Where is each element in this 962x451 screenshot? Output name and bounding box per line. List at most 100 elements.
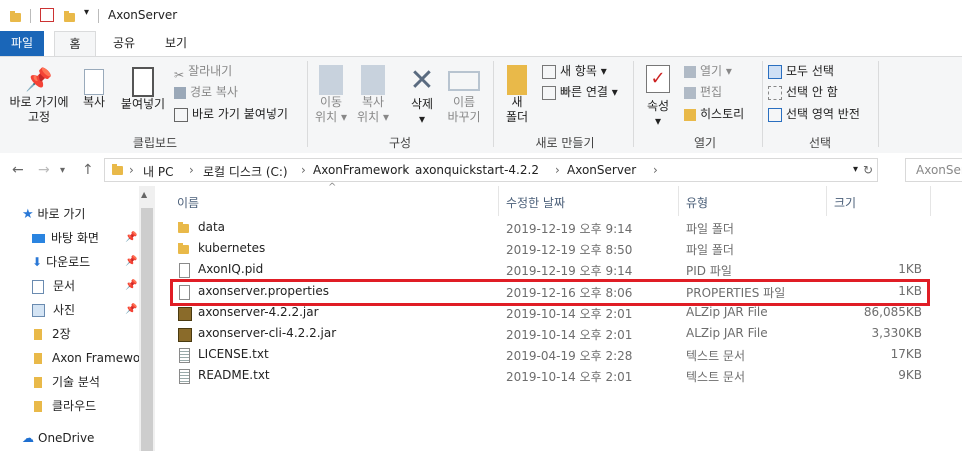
breadcrumb-separator-icon[interactable]: › [189, 163, 194, 177]
breadcrumb-axonquickstart[interactable]: axonquickstart-4.2.2 [415, 163, 539, 177]
new-folder-quick-icon[interactable] [64, 11, 75, 22]
nav-item-axon-framework[interactable]: Axon Framewor [34, 346, 145, 370]
folder-icon [34, 401, 42, 412]
group-divider [762, 61, 763, 147]
invert-selection-button[interactable]: 선택 영역 반전 [768, 105, 860, 123]
file-name: kubernetes [198, 241, 266, 255]
paste-shortcut-button[interactable]: 바로 가기 붙여넣기 [174, 105, 288, 123]
copy-to-button[interactable]: 복사 위치 ▾ [354, 65, 392, 125]
pin-label: 바로 가기에 [9, 95, 69, 109]
text-file-icon [179, 369, 190, 384]
group-divider [493, 61, 494, 147]
breadcrumb-separator-icon[interactable]: › [129, 163, 134, 177]
breadcrumb-axonframework[interactable]: AxonFramework [313, 163, 409, 177]
column-divider[interactable] [930, 186, 931, 216]
column-header-date[interactable]: 수정한 날짜 [506, 194, 565, 211]
nav-quick-access-label: 바로 가기 [37, 207, 86, 221]
pin-icon[interactable]: 📌 [125, 226, 137, 250]
table-row[interactable]: axonserver-cli-4.2.2.jar 2019-10-14 오후 2… [156, 324, 962, 345]
group-divider [633, 61, 634, 147]
paste-button[interactable]: 붙여넣기 [116, 67, 170, 112]
copy-button[interactable]: 복사 [76, 67, 112, 110]
pin-icon[interactable]: 📌 [125, 274, 137, 298]
tab-view[interactable]: 보기 [158, 31, 194, 56]
nav-item-downloads[interactable]: ⬇ 다운로드 📌 [32, 250, 137, 274]
breadcrumb-separator-icon[interactable]: › [403, 163, 408, 177]
nav-item-cloud[interactable]: 클라우드 [34, 394, 96, 418]
nav-onedrive[interactable]: ☁ OneDrive [22, 426, 94, 450]
nav-item-pictures[interactable]: 사진 📌 [32, 298, 137, 322]
search-input[interactable]: AxonServ [905, 158, 962, 182]
column-header-size[interactable]: 크기 [834, 194, 856, 211]
delete-button[interactable]: ✕ 삭제 ▾ [402, 65, 442, 127]
copy-to-label-2: 위치 [357, 110, 380, 124]
rename-label-2: 바꾸기 [447, 110, 481, 124]
easy-access-button[interactable]: 빠른 연결 ▾ [542, 83, 618, 101]
pin-icon[interactable]: 📌 [125, 250, 137, 274]
properties-button[interactable]: ✓ 속성 ▾ [638, 65, 678, 129]
address-history-chevron-icon[interactable]: ▾ [853, 164, 858, 175]
open-button[interactable]: 열기 ▾ [684, 62, 732, 80]
table-row[interactable]: LICENSE.txt 2019-04-19 오후 2:28 텍스트 문서 17… [156, 345, 962, 366]
column-divider[interactable] [826, 186, 827, 216]
folder-icon [178, 222, 189, 233]
history-button[interactable]: 히스토리 [684, 105, 744, 123]
nav-item-documents[interactable]: 문서 📌 [32, 274, 137, 298]
breadcrumb-separator-icon[interactable]: › [653, 163, 658, 177]
tab-file[interactable]: 파일 [0, 31, 44, 56]
table-row[interactable]: axonserver-4.2.2.jar 2019-10-14 오후 2:01 … [156, 303, 962, 324]
pin-icon[interactable]: 📌 [125, 298, 137, 322]
select-none-label: 선택 안 함 [786, 85, 838, 99]
table-row[interactable]: AxonIQ.pid 2019-12-19 오후 9:14 PID 파일 1KB [156, 260, 962, 281]
folder-icon [10, 11, 21, 22]
new-item-button[interactable]: 새 항목 ▾ [542, 62, 607, 80]
new-folder-label-2: 폴더 [505, 110, 529, 124]
nav-item-chapter2[interactable]: 2장 [34, 322, 71, 346]
tab-share[interactable]: 공유 [106, 31, 142, 56]
table-row[interactable]: README.txt 2019-10-14 오후 2:01 텍스트 문서 9KB [156, 366, 962, 387]
breadcrumb-local-disk[interactable]: 로컬 디스크 (C:) [203, 163, 288, 180]
copy-path-button[interactable]: 경로 복사 [174, 83, 238, 101]
tab-home[interactable]: 홈 [54, 31, 96, 58]
move-to-button[interactable]: 이동 위치 ▾ [312, 65, 350, 125]
table-row[interactable]: kubernetes 2019-12-19 오후 8:50 파일 폴더 [156, 239, 962, 260]
back-arrow-icon[interactable]: ← [12, 162, 24, 178]
cut-button[interactable]: ✂ 잘라내기 [174, 62, 232, 82]
table-row[interactable]: data 2019-12-19 오후 9:14 파일 폴더 [156, 218, 962, 239]
properties-quick-icon[interactable] [40, 8, 54, 22]
group-divider [307, 61, 308, 147]
breadcrumb-separator-icon[interactable]: › [555, 163, 560, 177]
column-divider[interactable] [678, 186, 679, 216]
column-header-type[interactable]: 유형 [686, 194, 708, 211]
breadcrumb-this-pc[interactable]: 내 PC [143, 163, 173, 180]
customize-quick-access-icon[interactable]: ▾ [84, 7, 89, 18]
nav-scrollbar-thumb[interactable] [141, 208, 153, 451]
nav-item-tech-analysis[interactable]: 기술 분석 [34, 370, 100, 394]
group-label-select: 선택 [808, 136, 832, 150]
forward-arrow-icon[interactable]: → [38, 162, 50, 178]
nav-item-desktop[interactable]: 바탕 화면 📌 [32, 226, 137, 250]
edit-button[interactable]: 편집 [684, 83, 722, 101]
select-none-button[interactable]: 선택 안 함 [768, 83, 838, 101]
paste-shortcut-icon [174, 107, 188, 122]
recent-locations-chevron-icon[interactable]: ▾ [60, 165, 65, 176]
edit-icon [684, 86, 696, 99]
select-all-button[interactable]: 모두 선택 [768, 62, 834, 80]
new-folder-button[interactable]: 새 폴더 [498, 65, 536, 125]
group-label-organize: 구성 [388, 136, 412, 150]
column-divider[interactable] [498, 186, 499, 216]
properties-label: 속성 [646, 99, 670, 113]
up-arrow-icon[interactable]: ↑ [82, 162, 94, 178]
pin-to-quick-access-button[interactable]: 📌 바로 가기에 고정 [4, 67, 74, 125]
breadcrumb-separator-icon[interactable]: › [301, 163, 306, 177]
address-bar[interactable]: › 내 PC › 로컬 디스크 (C:) › AxonFramework › a… [104, 158, 878, 182]
breadcrumb-axonserver[interactable]: AxonServer [567, 163, 636, 177]
search-placeholder: AxonServ [916, 163, 962, 177]
column-header-name[interactable]: 이름 [177, 194, 199, 211]
easy-access-icon [542, 85, 556, 100]
folder-icon [34, 329, 42, 340]
nav-quick-access[interactable]: ★ 바로 가기 [22, 202, 85, 226]
refresh-icon[interactable]: ↻ [863, 163, 873, 177]
scroll-up-arrow-icon[interactable]: ▲ [141, 190, 147, 199]
rename-button[interactable]: 이름 바꾸기 [444, 65, 484, 125]
